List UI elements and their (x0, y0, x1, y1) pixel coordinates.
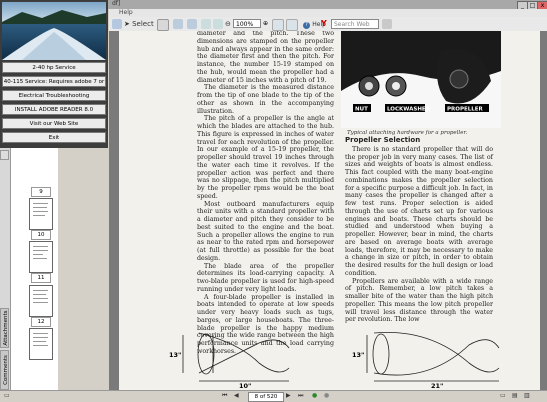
lockwasher-label: LOCKWASHER (387, 107, 431, 113)
paragraph: Propellers are available with a wide ran… (345, 277, 493, 324)
pitch-label-right: 21" (431, 382, 443, 390)
document-viewport[interactable]: diameter and the pitch. These two dimens… (109, 31, 547, 390)
tab-attachments-label: Attachments (3, 310, 9, 346)
zoom-plus-icon[interactable]: ⊕ (263, 19, 269, 29)
page-thumbnail[interactable] (29, 285, 53, 317)
zoom-in-icon[interactable] (173, 19, 183, 29)
select-tool-label: Select (132, 20, 154, 28)
propeller-hardware-photo: NUT LOCKWASHER PROPELLER (341, 31, 501, 128)
page-thumbnail[interactable] (29, 241, 53, 273)
fit-page-icon[interactable] (272, 19, 284, 31)
propeller-pitch-diagram: 13" 10" 13" 21" (169, 323, 509, 390)
launcher-menu: 2-40 hp Service 40-115 Service: Requires… (0, 0, 108, 148)
window-title: df] (112, 0, 121, 7)
propeller-label: PROPELLER (447, 107, 483, 113)
go-forward-icon[interactable]: ● (324, 392, 329, 400)
right-text-column: Propeller Selection There is no standard… (345, 135, 493, 324)
diameter-label-left: 13" (169, 351, 181, 359)
fit-width-icon[interactable] (286, 19, 298, 31)
thumbnail-number: 11 (31, 273, 51, 283)
facing-page-icon[interactable]: ▥ (524, 392, 530, 400)
last-page-icon[interactable]: ⏭ (298, 392, 303, 400)
page-icon[interactable] (201, 19, 211, 29)
help-icon: ? (303, 22, 310, 29)
yahoo-logo-icon: Y (321, 19, 327, 28)
paragraph: Most outboard manufacturers equip their … (197, 200, 334, 262)
menu-item-2-40-service[interactable]: 2-40 hp Service (2, 62, 106, 73)
menu-bar: Help (109, 9, 547, 17)
pitch-label-left: 10" (239, 382, 251, 390)
tab-attachments[interactable]: Attachments (0, 308, 9, 348)
thumbnail-number: 10 (31, 230, 51, 240)
next-page-icon[interactable]: ▶ (286, 392, 291, 400)
snapshot-icon[interactable] (157, 19, 169, 31)
cursor-icon: ➤ (124, 20, 130, 28)
paragraph: The pitch of a propeller is the angle at… (197, 115, 334, 200)
sidebar-panel: Attachments Comments 9 10 11 12 (0, 148, 58, 390)
thumbnail-number: 12 (31, 317, 51, 327)
menu-item-40-115-service[interactable]: 40-115 Service: Requires adobe 7 or high… (2, 76, 106, 95)
boat-wake-photo (2, 2, 106, 60)
menu-item-visit-web-site[interactable]: Visit our Web Site (2, 118, 106, 129)
tab-comments-label: Comments (3, 355, 9, 385)
hand-tool-icon[interactable] (112, 19, 122, 29)
paragraph: The diameter is the measured distance fr… (197, 84, 334, 115)
paragraph: The blade area of the propeller determin… (197, 262, 334, 293)
select-tool-button[interactable]: ➤ Select (124, 19, 154, 29)
status-bar: ▭ ⏮ ◀ 8 of 520 ▶ ⏭ ● ● ▭ ▤ ▥ (0, 390, 547, 402)
menu-item-exit[interactable]: Exit (2, 132, 106, 143)
zoom-out-icon[interactable] (213, 19, 223, 29)
go-back-icon[interactable]: ● (312, 392, 317, 400)
zoom-dropdown-icon[interactable] (187, 19, 197, 29)
continuous-page-icon[interactable]: ▤ (512, 392, 518, 400)
document-page: diameter and the pitch. These two dimens… (119, 31, 540, 390)
menu-item-electrical-troubleshooting[interactable]: Electrical Troubleshooting (2, 90, 106, 101)
page-size-icon: ▭ (4, 392, 10, 399)
page-thumbnail[interactable] (29, 198, 53, 230)
first-page-icon[interactable]: ⏮ (222, 392, 227, 400)
paragraph: diameter and the pitch. These two dimens… (197, 31, 334, 84)
single-page-icon[interactable]: ▭ (500, 392, 506, 400)
page-number-field[interactable]: 8 of 520 (248, 392, 284, 402)
thumbnail-number: 9 (31, 187, 51, 197)
left-text-column: diameter and the pitch. These two dimens… (197, 31, 334, 356)
zoom-level-field[interactable]: 100% (233, 19, 261, 28)
previous-page-icon[interactable]: ◀ (234, 392, 239, 400)
page-thumbnail[interactable] (29, 328, 53, 360)
menu-item-install-adobe-reader[interactable]: INSTALL ADOBE READER 8.0 (2, 104, 106, 115)
toolbar: ➤ Select ⊖ 100% ⊕ ? Help Y Search Web (109, 17, 547, 32)
section-heading: Propeller Selection (345, 136, 421, 144)
tab-comments[interactable]: Comments (0, 350, 9, 390)
search-go-icon[interactable] (382, 19, 392, 29)
paragraph: There is no standard propeller that will… (345, 145, 493, 277)
diameter-label-right: 13" (352, 351, 364, 359)
pages-tab[interactable] (0, 150, 9, 160)
menu-help[interactable]: Help (119, 9, 133, 16)
search-web-input[interactable]: Search Web (331, 19, 379, 29)
thumbnail-list[interactable]: 9 10 11 12 (10, 148, 58, 390)
zoom-minus-icon[interactable]: ⊖ (225, 19, 231, 29)
nut-label: NUT (355, 107, 368, 113)
